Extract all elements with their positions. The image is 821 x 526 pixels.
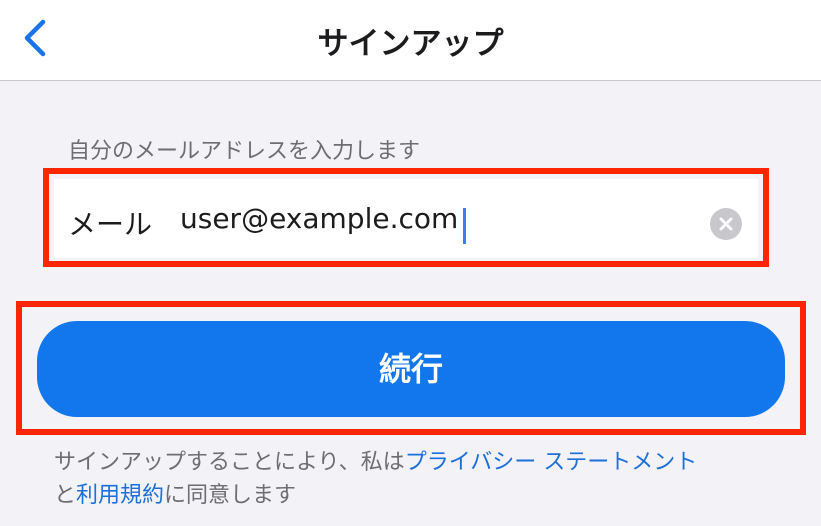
legal-suffix: に同意します [164,483,297,508]
email-section-caption: 自分のメールアドレスを入力します [68,139,421,164]
clear-text-button[interactable] [710,208,742,240]
terms-of-use-link[interactable]: 利用規約 [76,483,164,508]
legal-notice: サインアップすることにより、私はプライバシー ステートメントと利用規約に同意しま… [54,446,794,512]
page-title: サインアップ [317,26,504,62]
legal-prefix: サインアップすることにより、私は [54,450,405,475]
email-field-label: メール [68,208,153,241]
text-caret [463,208,466,244]
privacy-statement-link[interactable]: プライバシー ステートメント [405,450,698,475]
navigation-bar: サインアップ [0,0,821,81]
clear-circle-icon [719,217,733,231]
email-input[interactable] [180,197,700,239]
email-field-row[interactable]: メール [54,179,758,258]
continue-button[interactable]: 続行 [37,321,785,417]
legal-connector: と [54,483,77,508]
